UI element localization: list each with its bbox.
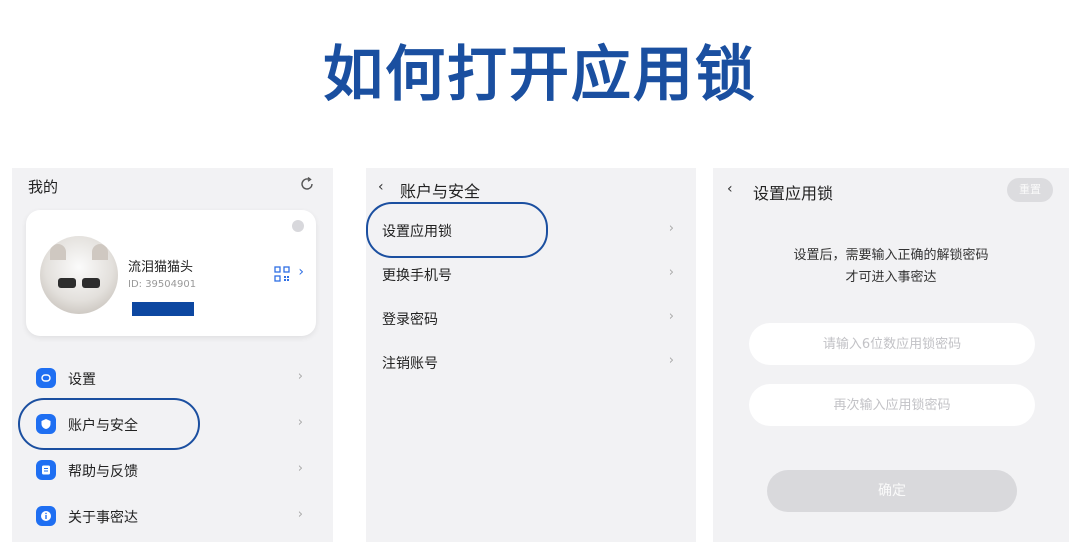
- settings-icon: [36, 368, 56, 388]
- account-security-screen: ‹ 账户与安全 设置应用锁 › 更换手机号 › 登录密码 › 注销账号 ›: [366, 168, 696, 542]
- menu-label-about: 关于事密达: [68, 510, 138, 526]
- redaction-bar: [132, 302, 194, 316]
- menu-item-help-feedback[interactable]: 帮助与反馈 ›: [12, 448, 333, 492]
- mine-header: 我的: [28, 178, 59, 196]
- confirm-button[interactable]: 确定: [767, 470, 1017, 512]
- user-id: ID: 39504901: [128, 279, 197, 290]
- chevron-right-icon: ›: [297, 507, 303, 522]
- info-icon: [36, 506, 56, 526]
- menu-label-settings: 设置: [68, 372, 96, 388]
- avatar[interactable]: [40, 236, 118, 314]
- close-icon[interactable]: [292, 220, 304, 232]
- back-icon[interactable]: ‹: [378, 179, 384, 195]
- list-label-change-phone: 更换手机号: [382, 268, 452, 284]
- chevron-right-icon: ›: [297, 415, 303, 430]
- chevron-right-icon: ›: [668, 221, 674, 236]
- password-input[interactable]: [749, 323, 1035, 365]
- app-lock-screen: ‹ 设置应用锁 重置 设置后，需要输入正确的解锁密码 才可进入事密达 确定: [713, 168, 1069, 542]
- document-icon: [36, 460, 56, 480]
- menu-item-about[interactable]: 关于事密达 ›: [12, 494, 333, 538]
- menu-item-settings[interactable]: 设置 ›: [12, 356, 333, 400]
- menu-label-help-feedback: 帮助与反馈: [68, 464, 138, 480]
- chevron-right-icon: ›: [297, 369, 303, 384]
- qr-code-icon[interactable]: [274, 266, 290, 282]
- confirm-password-input[interactable]: [749, 384, 1035, 426]
- chevron-right-icon: ›: [668, 309, 674, 324]
- list-item-login-password[interactable]: 登录密码 ›: [366, 296, 696, 340]
- profile-chevron-icon[interactable]: ›: [298, 264, 304, 280]
- highlight-ring: [18, 398, 200, 450]
- list-item-change-phone[interactable]: 更换手机号 ›: [366, 252, 696, 296]
- username: 流泪猫猫头: [128, 260, 194, 275]
- account-security-title: 账户与安全: [400, 182, 481, 201]
- highlight-ring: [366, 202, 548, 258]
- list-label-login-password: 登录密码: [382, 312, 438, 328]
- description-line-1: 设置后，需要输入正确的解锁密码: [793, 248, 989, 263]
- mine-screen: 我的 流泪猫猫头 ID: 39504901 › 设置 › 账户与安全 › 帮助与…: [12, 168, 333, 542]
- description-line-2: 才可进入事密达: [845, 270, 937, 285]
- chevron-right-icon: ›: [668, 353, 674, 368]
- page-title: 如何打开应用锁: [323, 40, 757, 110]
- list-item-delete-account[interactable]: 注销账号 ›: [366, 340, 696, 384]
- chevron-right-icon: ›: [297, 461, 303, 476]
- profile-card[interactable]: 流泪猫猫头 ID: 39504901 ›: [26, 210, 316, 336]
- chevron-right-icon: ›: [668, 265, 674, 280]
- app-lock-title: 设置应用锁: [753, 184, 834, 203]
- reset-button[interactable]: 重置: [1007, 178, 1053, 202]
- back-icon[interactable]: ‹: [727, 181, 733, 197]
- list-label-delete-account: 注销账号: [382, 356, 438, 372]
- refresh-icon[interactable]: [297, 174, 317, 194]
